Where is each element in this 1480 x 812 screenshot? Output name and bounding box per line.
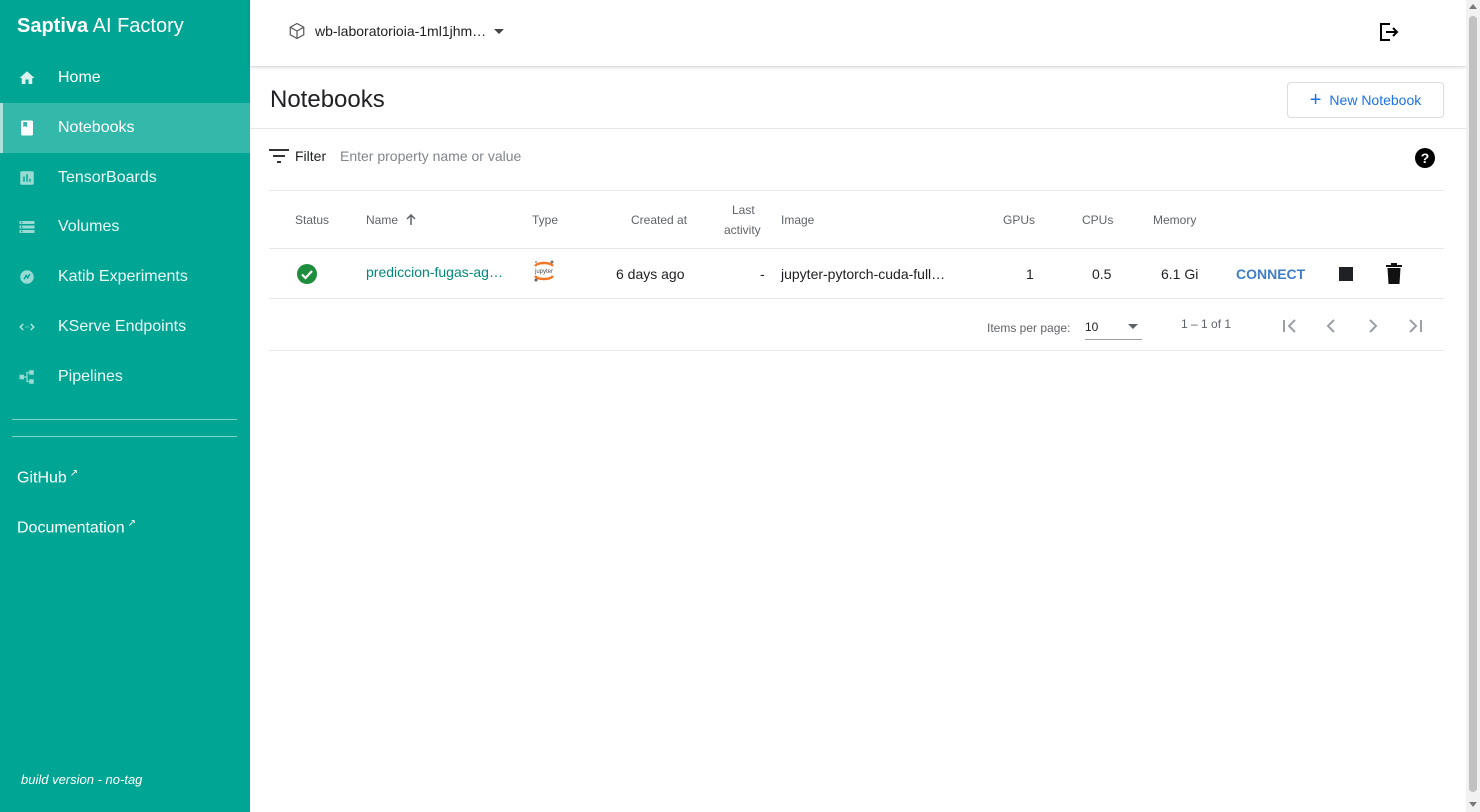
sort-ascending-icon xyxy=(406,213,416,225)
gpus-value: 1 xyxy=(1026,266,1034,282)
sidebar-item-label: Katib Experiments xyxy=(58,268,188,285)
header-divider xyxy=(250,128,1466,129)
page-title: Notebooks xyxy=(270,86,385,113)
table-row-divider xyxy=(269,298,1444,299)
scroll-down-icon[interactable] xyxy=(1469,802,1477,807)
external-link-icon: ↗ xyxy=(127,518,137,529)
sidebar-item-volumes[interactable]: Volumes xyxy=(0,202,250,252)
sidebar-item-label: Home xyxy=(58,69,101,86)
logout-icon[interactable] xyxy=(1376,20,1400,44)
code-arrows-icon xyxy=(18,318,36,336)
column-header-gpus[interactable]: GPUs xyxy=(1003,213,1035,227)
svg-text:jupyter: jupyter xyxy=(534,269,553,275)
cube-icon xyxy=(289,22,305,40)
chart-icon xyxy=(18,169,36,187)
plus-icon: + xyxy=(1309,89,1322,111)
sidebar-item-pipelines[interactable]: Pipelines xyxy=(0,352,250,402)
storage-icon xyxy=(18,218,36,236)
github-link[interactable]: GitHub ↗ xyxy=(17,468,78,487)
sidebar-item-tensorboards[interactable]: TensorBoards xyxy=(0,153,250,203)
namespace-name: wb-laboratorioia-1ml1jhm… xyxy=(315,23,487,39)
sidebar-item-notebooks[interactable]: Notebooks xyxy=(0,103,250,153)
memory-value: 6.1 Gi xyxy=(1161,266,1199,282)
table-header-divider xyxy=(269,248,1444,249)
new-notebook-button[interactable]: + New Notebook xyxy=(1287,82,1444,118)
top-bar: wb-laboratorioia-1ml1jhm… xyxy=(250,0,1466,67)
pipelines-icon xyxy=(18,368,36,386)
chevron-down-icon xyxy=(494,28,505,34)
notebook-icon xyxy=(18,119,36,137)
build-version: build version - no-tag xyxy=(21,772,143,787)
column-header-memory[interactable]: Memory xyxy=(1153,213,1196,227)
first-page-icon[interactable] xyxy=(1278,314,1302,338)
brand-logo[interactable]: Saptiva AI Factory xyxy=(17,15,184,38)
previous-page-icon[interactable] xyxy=(1319,314,1343,338)
sidebar-item-kserve-endpoints[interactable]: KServe Endpoints xyxy=(0,302,250,352)
column-header-cpus[interactable]: CPUs xyxy=(1082,213,1113,227)
help-icon[interactable]: ? xyxy=(1415,148,1435,168)
sidebar-item-label: Notebooks xyxy=(58,119,135,136)
stop-icon[interactable] xyxy=(1339,267,1353,281)
katib-icon xyxy=(18,268,36,286)
scroll-up-icon[interactable] xyxy=(1469,4,1477,9)
sidebar-divider xyxy=(12,436,237,437)
sidebar-item-label: KServe Endpoints xyxy=(58,318,187,335)
column-header-last-activity-line1[interactable]: Last xyxy=(732,203,755,217)
scrollbar[interactable] xyxy=(1466,0,1480,812)
jupyter-icon: jupyter xyxy=(534,260,554,282)
items-per-page-select[interactable]: 10 xyxy=(1085,316,1142,340)
namespace-selector[interactable]: wb-laboratorioia-1ml1jhm… xyxy=(288,22,505,40)
column-header-image[interactable]: Image xyxy=(781,213,814,227)
sidebar-item-label: Pipelines xyxy=(58,368,123,385)
filter-input[interactable] xyxy=(340,145,940,167)
filter-icon xyxy=(269,149,289,163)
notebook-name-link[interactable]: prediccion-fugas-ag… xyxy=(366,264,503,280)
column-header-type: Type xyxy=(532,213,559,227)
cpus-value: 0.5 xyxy=(1092,266,1112,282)
column-header-last-activity-line2[interactable]: activity xyxy=(724,223,761,237)
documentation-link[interactable]: Documentation ↗ xyxy=(17,518,136,537)
delete-icon[interactable] xyxy=(1385,263,1403,285)
sidebar-item-label: TensorBoards xyxy=(58,169,157,186)
column-header-status[interactable]: Status xyxy=(295,213,329,227)
sidebar: Saptiva AI Factory Home Notebooks Tensor… xyxy=(0,0,250,812)
filter-label: Filter xyxy=(295,148,327,164)
status-ready-icon xyxy=(297,264,317,284)
column-header-name[interactable]: Name xyxy=(366,213,417,227)
sidebar-divider xyxy=(12,419,237,420)
created-at-value: 6 days ago xyxy=(616,266,685,282)
paginator-divider xyxy=(269,350,1444,351)
scrollbar-thumb[interactable] xyxy=(1469,16,1477,792)
next-page-icon[interactable] xyxy=(1361,314,1385,338)
sidebar-item-home[interactable]: Home xyxy=(0,53,250,103)
last-activity-value: - xyxy=(760,266,765,282)
home-icon xyxy=(18,69,36,87)
column-header-created-at[interactable]: Created at xyxy=(631,213,687,227)
last-page-icon[interactable] xyxy=(1403,314,1427,338)
pagination-range: 1 – 1 of 1 xyxy=(1181,317,1232,331)
sidebar-item-label: Volumes xyxy=(58,218,120,235)
sidebar-item-katib-experiments[interactable]: Katib Experiments xyxy=(0,252,250,302)
items-per-page-label: Items per page: xyxy=(987,321,1071,335)
external-link-icon: ↗ xyxy=(69,468,79,479)
filter-divider xyxy=(269,190,1444,191)
image-value: jupyter-pytorch-cuda-full… xyxy=(781,266,946,282)
connect-button[interactable]: CONNECT xyxy=(1236,266,1305,282)
chevron-down-icon xyxy=(1128,324,1138,329)
